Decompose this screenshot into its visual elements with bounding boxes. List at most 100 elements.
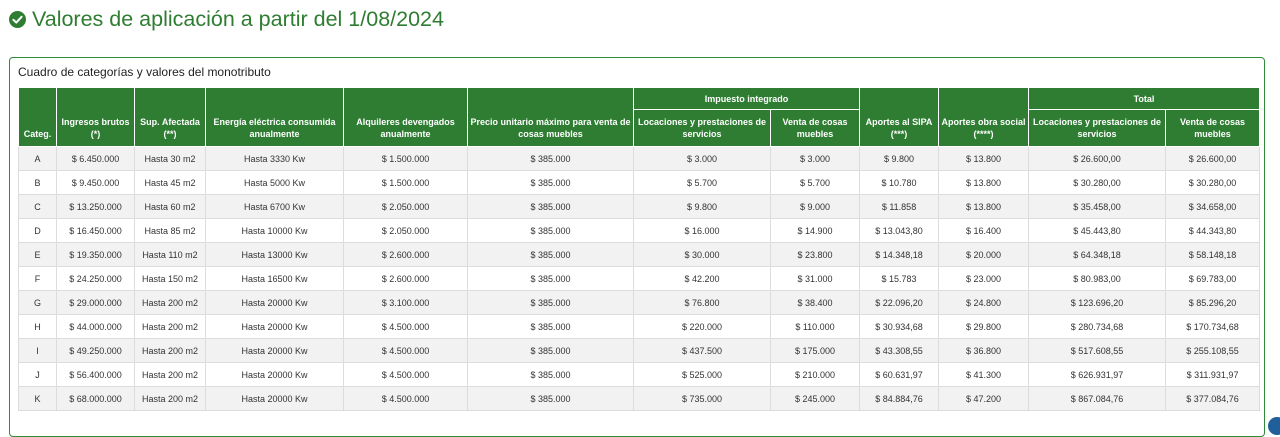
cell-sup-afectada: Hasta 85 m2 [134,218,206,243]
cell-tot-locaciones: $ 80.983,00 [1028,266,1167,291]
cell-imp-venta: $ 14.900 [769,218,861,243]
cell-tot-venta: $ 377.084,76 [1165,386,1261,411]
cell-categ: G [18,290,57,315]
cell-categ: H [18,314,57,339]
cell-energia: Hasta 20000 Kw [205,314,344,339]
cell-tot-locaciones: $ 26.600,00 [1028,146,1167,171]
cell-ingresos: $ 16.450.000 [56,218,135,243]
table-row: H $ 44.000.000 Hasta 200 m2 Hasta 20000 Kw $… [18,314,1261,339]
cell-tot-locaciones: $ 45.443,80 [1028,218,1167,243]
cell-aportes-sipa: $ 9.800 [859,146,940,171]
cell-precio-unitario: $ 385.000 [467,170,634,195]
cell-alquileres: $ 4.500.000 [343,338,468,363]
cell-sup-afectada: Hasta 200 m2 [134,362,206,387]
cell-tot-locaciones: $ 123.696,20 [1028,290,1167,315]
cell-energia: Hasta 13000 Kw [205,242,344,267]
cell-aportes-obra-social: $ 29.800 [938,314,1030,339]
cell-aportes-obra-social: $ 23.000 [938,266,1030,291]
table-row: G $ 29.000.000 Hasta 200 m2 Hasta 20000 Kw $… [18,290,1261,315]
cell-alquileres: $ 2.600.000 [343,242,468,267]
cell-ingresos: $ 9.450.000 [56,170,135,195]
cell-tot-locaciones: $ 35.458,00 [1028,194,1167,219]
cell-energia: Hasta 3330 Kw [205,146,344,171]
cell-alquileres: $ 4.500.000 [343,362,468,387]
cell-tot-venta: $ 255.108,55 [1165,338,1261,363]
cell-ingresos: $ 56.400.000 [56,362,135,387]
cell-energia: Hasta 20000 Kw [205,362,344,387]
corner-badge [1268,417,1280,435]
cell-precio-unitario: $ 385.000 [467,194,634,219]
cell-alquileres: $ 4.500.000 [343,386,468,411]
cell-tot-venta: $ 26.600,00 [1165,146,1261,171]
cell-categ: A [18,146,57,171]
cell-aportes-obra-social: $ 16.400 [938,218,1030,243]
cell-imp-locaciones: $ 5.700 [633,170,771,195]
cell-aportes-obra-social: $ 20.000 [938,242,1030,267]
cell-precio-unitario: $ 385.000 [467,386,634,411]
cell-tot-venta: $ 30.280,00 [1165,170,1261,195]
cell-categ: B [18,170,57,195]
cell-tot-venta: $ 44.343,80 [1165,218,1261,243]
cell-precio-unitario: $ 385.000 [467,266,634,291]
cell-sup-afectada: Hasta 200 m2 [134,314,206,339]
cell-imp-locaciones: $ 9.800 [633,194,771,219]
header-aportes-obra-social: Aportes obra social (****) [938,87,1030,147]
cell-imp-locaciones: $ 735.000 [633,386,771,411]
cell-tot-locaciones: $ 867.084,76 [1028,386,1167,411]
cell-alquileres: $ 4.500.000 [343,314,468,339]
cell-sup-afectada: Hasta 200 m2 [134,386,206,411]
cell-imp-locaciones: $ 16.000 [633,218,771,243]
cell-imp-locaciones: $ 3.000 [633,146,771,171]
cell-imp-venta: $ 245.000 [769,386,861,411]
cell-tot-locaciones: $ 64.348,18 [1028,242,1167,267]
cell-imp-venta: $ 110.000 [769,314,861,339]
header-tot-locaciones: Locaciones y prestaciones de servicios [1028,109,1167,147]
cell-imp-locaciones: $ 525.000 [633,362,771,387]
cell-ingresos: $ 68.000.000 [56,386,135,411]
cell-precio-unitario: $ 385.000 [467,338,634,363]
table-row: C $ 13.250.000 Hasta 60 m2 Hasta 6700 Kw $ 2… [18,194,1261,219]
cell-energia: Hasta 6700 Kw [205,194,344,219]
cell-aportes-obra-social: $ 24.800 [938,290,1030,315]
cell-sup-afectada: Hasta 150 m2 [134,266,206,291]
cell-aportes-obra-social: $ 41.300 [938,362,1030,387]
cell-sup-afectada: Hasta 60 m2 [134,194,206,219]
header-imp-locaciones: Locaciones y prestaciones de servicios [633,109,771,147]
header-categ: Categ. [18,87,57,147]
cell-precio-unitario: $ 385.000 [467,314,634,339]
cell-sup-afectada: Hasta 30 m2 [134,146,206,171]
cell-aportes-sipa: $ 43.308,55 [859,338,940,363]
cell-imp-venta: $ 210.000 [769,362,861,387]
cell-precio-unitario: $ 385.000 [467,290,634,315]
cell-categ: I [18,338,57,363]
cell-sup-afectada: Hasta 110 m2 [134,242,206,267]
cell-alquileres: $ 2.050.000 [343,194,468,219]
cell-tot-venta: $ 311.931,97 [1165,362,1261,387]
header-ingresos: Ingresos brutos (*) [56,87,135,147]
cell-imp-venta: $ 31.000 [769,266,861,291]
header-sup-afectada: Sup. Afectada (**) [134,87,206,147]
table-row: F $ 24.250.000 Hasta 150 m2 Hasta 16500 Kw $… [18,266,1261,291]
cell-ingresos: $ 44.000.000 [56,314,135,339]
cell-alquileres: $ 3.100.000 [343,290,468,315]
cell-alquileres: $ 1.500.000 [343,170,468,195]
cell-precio-unitario: $ 385.000 [467,362,634,387]
cell-energia: Hasta 16500 Kw [205,266,344,291]
cell-alquileres: $ 2.050.000 [343,218,468,243]
cell-tot-venta: $ 85.296,20 [1165,290,1261,315]
cell-precio-unitario: $ 385.000 [467,242,634,267]
cell-imp-locaciones: $ 76.800 [633,290,771,315]
cell-imp-locaciones: $ 42.200 [633,266,771,291]
cell-categ: K [18,386,57,411]
cell-ingresos: $ 24.250.000 [56,266,135,291]
header-aportes-sipa: Aportes al SIPA (***) [859,87,940,147]
cell-sup-afectada: Hasta 200 m2 [134,338,206,363]
cell-sup-afectada: Hasta 200 m2 [134,290,206,315]
cell-precio-unitario: $ 385.000 [467,218,634,243]
cell-imp-venta: $ 9.000 [769,194,861,219]
monotributo-panel: Cuadro de categorías y valores del monot… [9,57,1265,437]
cell-tot-venta: $ 34.658,00 [1165,194,1261,219]
cell-aportes-obra-social: $ 36.800 [938,338,1030,363]
cell-aportes-sipa: $ 10.780 [859,170,940,195]
check-circle-icon [9,10,26,28]
